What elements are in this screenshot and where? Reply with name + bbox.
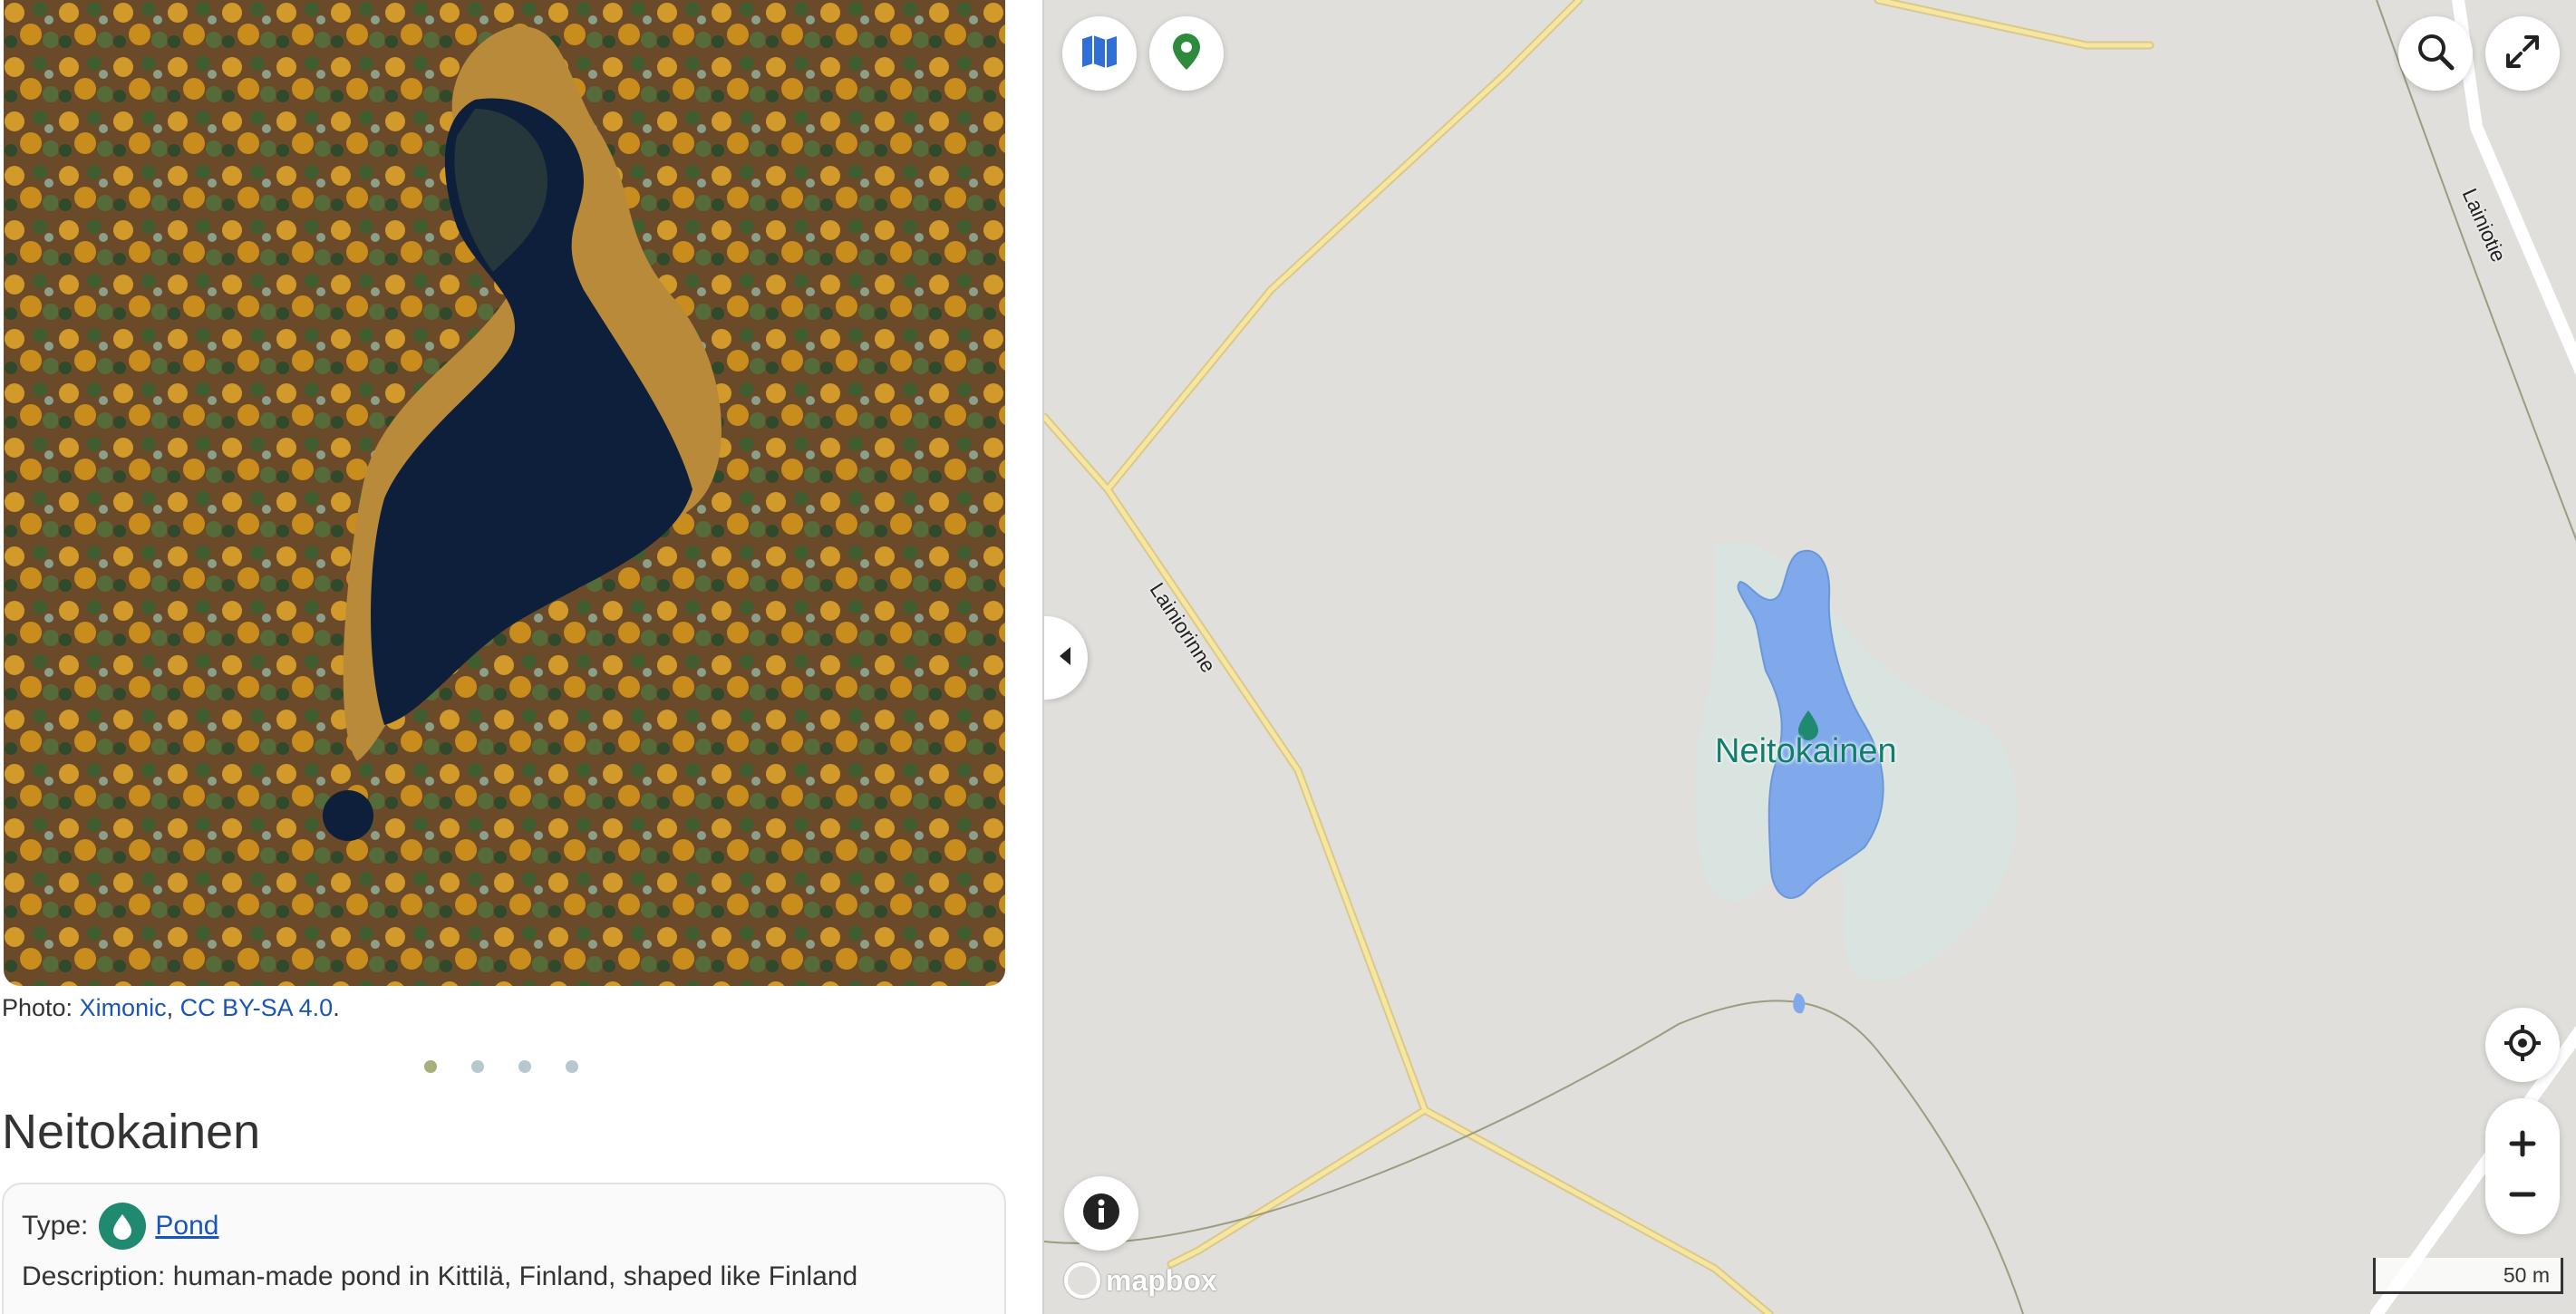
minus-icon[interactable] xyxy=(2508,1188,2537,1204)
carousel-dot-2[interactable] xyxy=(471,1060,484,1073)
layers-button[interactable] xyxy=(1062,16,1137,91)
carousel-dot-3[interactable] xyxy=(518,1060,531,1073)
water-drop-icon xyxy=(99,1203,147,1250)
map-canvas[interactable] xyxy=(1044,0,2576,1314)
geolocate-button[interactable] xyxy=(2485,1008,2560,1082)
feature-info-card: Type: Pond Description: human-made pond … xyxy=(2,1183,1006,1314)
fullscreen-button[interactable] xyxy=(2485,16,2560,91)
credit-separator: , xyxy=(166,994,180,1021)
chevron-left-icon xyxy=(1058,645,1074,671)
description-label: Description: xyxy=(22,1261,166,1291)
carousel-dot-1[interactable] xyxy=(424,1060,437,1073)
pond-map-label[interactable]: Neitokainen xyxy=(1715,732,1897,771)
info-icon xyxy=(1081,1192,1121,1236)
geolocate-icon xyxy=(2503,1023,2542,1068)
carousel-dot-4[interactable] xyxy=(566,1060,578,1073)
plus-icon[interactable] xyxy=(2508,1129,2537,1163)
expand-icon xyxy=(2504,34,2541,74)
credit-prefix: Photo: xyxy=(2,994,80,1021)
description-row: Description: human-made pond in Kittilä,… xyxy=(22,1261,857,1292)
app-root: Photo: Ximonic, CC BY-SA 4.0. Neitokaine… xyxy=(0,0,2576,1314)
feature-panel: Photo: Ximonic, CC BY-SA 4.0. Neitokaine… xyxy=(0,0,1042,1314)
aerial-pond-photo[interactable] xyxy=(4,0,1005,986)
mapbox-logo[interactable]: mapbox xyxy=(1064,1262,1217,1299)
search-button[interactable] xyxy=(2398,16,2473,91)
feature-title: Neitokainen xyxy=(2,1105,261,1159)
mapbox-mark-icon xyxy=(1064,1262,1100,1299)
mapbox-wordmark: mapbox xyxy=(1106,1263,1217,1297)
map-view[interactable]: Neitokainen Lainiorinne Lainiotie mapbox… xyxy=(1042,0,2576,1314)
map-icon xyxy=(1080,34,1119,74)
marker-button[interactable] xyxy=(1149,16,1224,91)
credit-suffix: . xyxy=(333,994,340,1021)
photo-credit: Photo: Ximonic, CC BY-SA 4.0. xyxy=(2,994,340,1022)
carousel-dots xyxy=(424,1060,578,1073)
type-row: Type: Pond xyxy=(22,1203,218,1250)
zoom-control xyxy=(2485,1098,2560,1234)
type-label: Type: xyxy=(22,1211,89,1241)
location-pin-icon xyxy=(1170,32,1203,76)
type-link[interactable]: Pond xyxy=(155,1211,218,1242)
author-link[interactable]: Ximonic xyxy=(80,994,167,1021)
description-value: human-made pond in Kittilä, Finland, sha… xyxy=(172,1261,858,1291)
license-link[interactable]: CC BY-SA 4.0 xyxy=(180,994,334,1021)
info-button[interactable] xyxy=(1064,1176,1138,1251)
search-icon xyxy=(2416,32,2455,76)
scale-bar: 50 m xyxy=(2373,1258,2563,1294)
